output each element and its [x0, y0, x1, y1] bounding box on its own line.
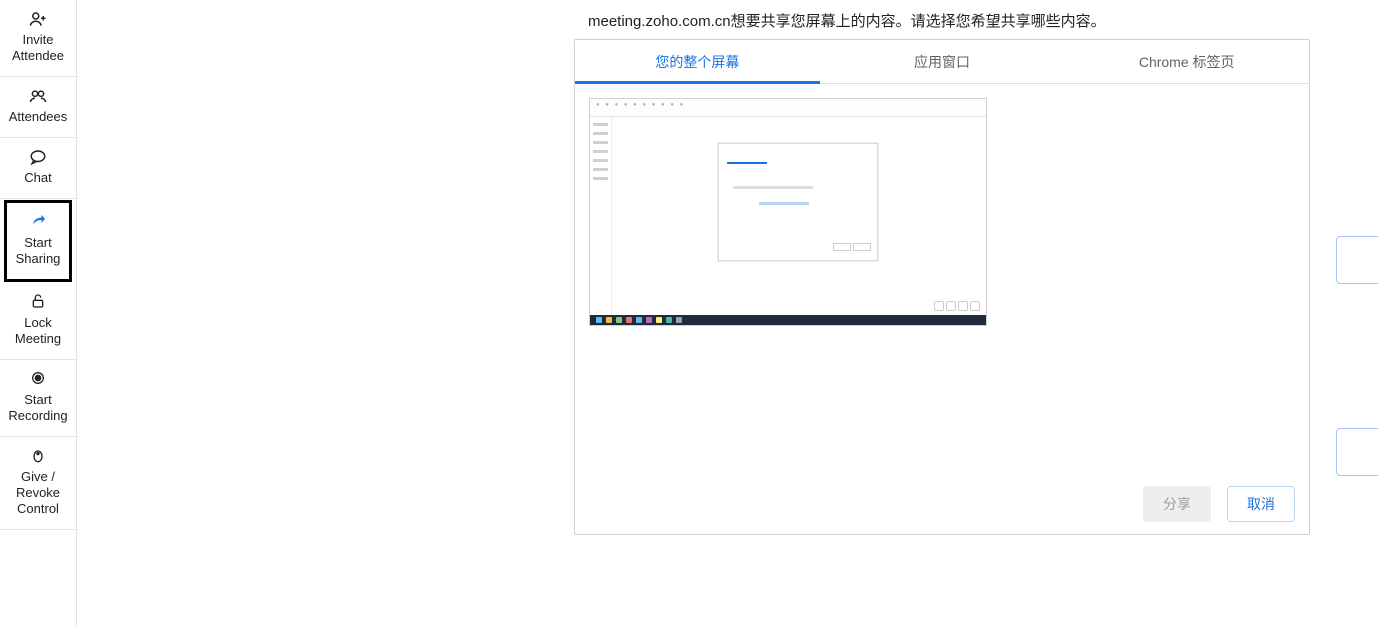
share-preview-area: ● ● ● ● ● ● ● ● ● ● — [575, 84, 1309, 480]
screen-thumbnail[interactable]: ● ● ● ● ● ● ● ● ● ● — [589, 98, 987, 326]
people-icon — [2, 87, 74, 105]
tab-chrome-tab[interactable]: Chrome 标签页 — [1064, 40, 1309, 83]
sidebar-item-label: Attendees — [2, 109, 74, 125]
meeting-sidebar: Invite Attendee Attendees Chat Start Sha… — [0, 0, 77, 627]
share-source-panel: 您的整个屏幕 应用窗口 Chrome 标签页 ● ● ● ● ● ● ● ● ●… — [574, 39, 1310, 535]
sidebar-item-label: Invite Attendee — [2, 32, 74, 64]
sidebar-item-start-recording[interactable]: Start Recording — [0, 360, 76, 437]
sidebar-item-give-revoke-control[interactable]: Give / Revoke Control — [0, 437, 76, 530]
tab-entire-screen[interactable]: 您的整个屏幕 — [575, 40, 820, 83]
sidebar-item-label: Start Sharing — [9, 235, 67, 267]
share-prompt-text: meeting.zoho.com.cn想要共享您屏幕上的内容。请选择您希望共享哪… — [574, 0, 1332, 39]
screen-share-dialog: meeting.zoho.com.cn想要共享您屏幕上的内容。请选择您希望共享哪… — [574, 0, 1332, 535]
record-icon — [2, 370, 74, 388]
sidebar-item-chat[interactable]: Chat — [0, 138, 76, 199]
share-dialog-buttons: 分享 取消 — [575, 480, 1309, 522]
share-arrow-icon — [9, 213, 67, 231]
chat-icon — [2, 148, 74, 166]
edge-button-upper[interactable] — [1336, 236, 1378, 284]
share-source-tabs: 您的整个屏幕 应用窗口 Chrome 标签页 — [575, 40, 1309, 84]
share-button[interactable]: 分享 — [1143, 486, 1211, 522]
sidebar-item-label: Lock Meeting — [2, 315, 74, 347]
sidebar-item-invite[interactable]: Invite Attendee — [0, 0, 76, 77]
sidebar-item-lock-meeting[interactable]: Lock Meeting — [0, 283, 76, 360]
sidebar-item-start-sharing[interactable]: Start Sharing — [4, 200, 72, 282]
lock-icon — [2, 293, 74, 311]
tab-app-window[interactable]: 应用窗口 — [820, 40, 1065, 83]
remote-control-icon — [2, 447, 74, 465]
cancel-button[interactable]: 取消 — [1227, 486, 1295, 522]
sidebar-item-label: Give / Revoke Control — [2, 469, 74, 517]
sidebar-item-attendees[interactable]: Attendees — [0, 77, 76, 138]
person-plus-icon — [2, 10, 74, 28]
edge-button-lower[interactable] — [1336, 428, 1378, 476]
sidebar-item-label: Chat — [2, 170, 74, 186]
sidebar-item-label: Start Recording — [2, 392, 74, 424]
